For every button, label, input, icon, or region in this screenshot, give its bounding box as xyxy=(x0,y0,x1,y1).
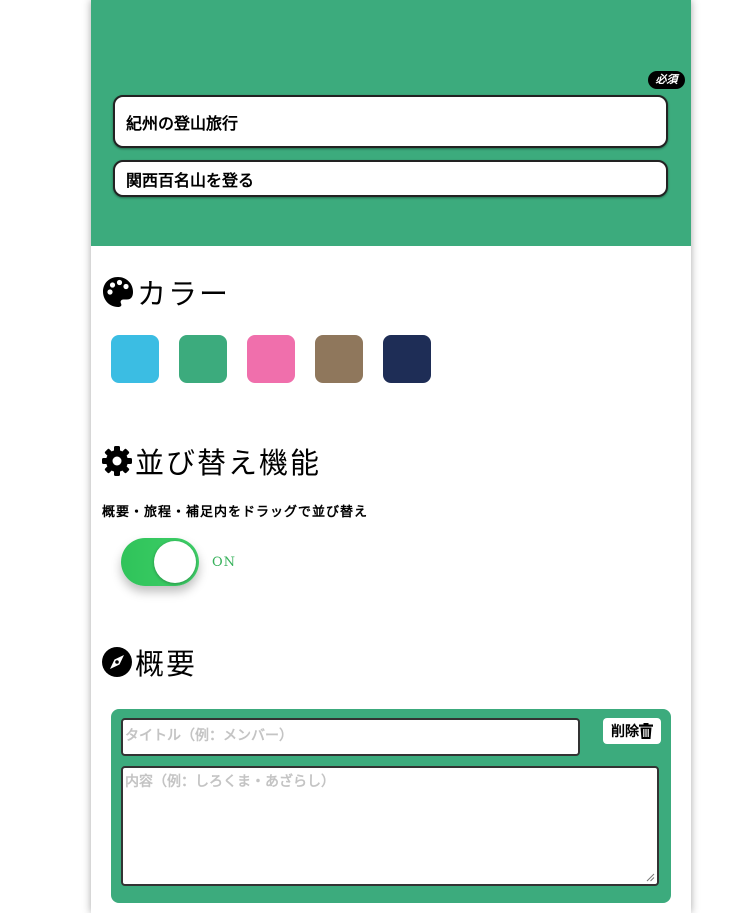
required-badge: 必須 xyxy=(648,71,685,89)
toggle-knob xyxy=(154,541,196,583)
sort-section-heading: 並び替え機能 xyxy=(101,440,321,482)
overview-content-placeholder: 内容（例：しろくま・あざらし） xyxy=(125,774,335,790)
compass-icon xyxy=(102,647,132,677)
main-page: 必須 紀州の登山旅行 関西百名山を登る カラー 並び替え機能 概要・旅程・補足内… xyxy=(91,0,691,913)
color-section-heading: カラー xyxy=(101,271,230,313)
color-swatch-blue[interactable] xyxy=(111,335,159,383)
sort-description: 概要・旅程・補足内をドラッグで並び替え xyxy=(102,505,369,520)
color-swatches xyxy=(111,335,451,383)
palette-icon xyxy=(103,277,133,307)
color-heading-text: カラー xyxy=(137,277,231,311)
sort-toggle-switch[interactable] xyxy=(121,538,199,586)
toggle-state-label: ON xyxy=(212,555,237,570)
delete-button[interactable]: 削除 xyxy=(603,718,661,744)
color-swatch-brown[interactable] xyxy=(315,335,363,383)
trip-subtitle-input[interactable]: 関西百名山を登る xyxy=(113,160,668,197)
overview-heading-text: 概要 xyxy=(135,647,198,681)
color-swatch-navy[interactable] xyxy=(383,335,431,383)
resize-grip-icon[interactable] xyxy=(646,873,655,882)
trip-header: 必須 紀州の登山旅行 関西百名山を登る xyxy=(91,0,691,246)
trip-title-input[interactable]: 紀州の登山旅行 xyxy=(113,95,668,148)
trash-icon xyxy=(639,723,653,739)
overview-section-heading: 概要 xyxy=(101,641,197,683)
color-swatch-pink[interactable] xyxy=(247,335,295,383)
delete-button-label: 削除 xyxy=(611,724,639,740)
color-swatch-green[interactable] xyxy=(179,335,227,383)
sort-heading-text: 並び替え機能 xyxy=(135,446,322,480)
overview-content-textarea[interactable]: 内容（例：しろくま・あざらし） xyxy=(121,766,659,886)
overview-title-input[interactable]: タイトル（例：メンバー） xyxy=(121,718,580,756)
overview-item-card: タイトル（例：メンバー） 削除 内容（例：しろくま・あざらし） xyxy=(111,709,671,903)
gear-icon xyxy=(102,446,132,476)
